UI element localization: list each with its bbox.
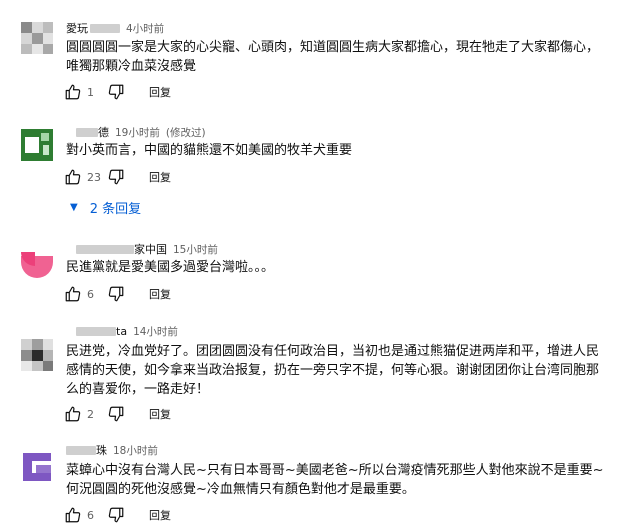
thumb-down-icon: [108, 169, 124, 185]
timestamp[interactable]: 19小时前: [115, 125, 160, 140]
comment-header: 家中国 15小时前: [66, 241, 218, 257]
comment-text-line: 唯獨那顆冷血菜沒感覺: [66, 59, 197, 74]
comment-actions: 6 回复: [64, 505, 171, 525]
like-count: 23: [87, 170, 101, 184]
reply-button[interactable]: 回复: [149, 169, 171, 185]
timestamp[interactable]: 4小时前: [126, 21, 164, 36]
like-count: 1: [87, 85, 94, 99]
comment-text-line: 感情的天使，如今拿来当政治报复，扔在一旁只字不提，何等心狠。谢谢团团你让台湾同胞…: [66, 363, 600, 378]
like-count: 6: [87, 508, 94, 522]
like-button[interactable]: [64, 506, 82, 524]
avatar[interactable]: [21, 339, 53, 371]
blurred-username: [76, 327, 116, 336]
view-replies-button[interactable]: ▼ 2 条回复: [70, 198, 141, 217]
comment-text: 民進黨就是愛美國多過愛台灣啦。。。: [66, 258, 606, 277]
comment-actions: 1 回复: [64, 82, 171, 102]
comment-text-line: 圓圓圓圓一家是大家的心尖寵、心頭肉，知道圓圓生病大家都擔心，現在牠走了大家都傷心…: [66, 40, 600, 55]
comment-text-line: 何況圓圓的死他沒感覺~冷血無情只有顏色對他才是最重要。: [66, 482, 415, 497]
avatar[interactable]: [21, 451, 53, 483]
like-button[interactable]: [64, 83, 82, 101]
comment-text-line: 對小英而言，中國的貓熊還不如美國的牧羊犬重要: [66, 143, 353, 158]
like-count: 6: [87, 287, 94, 301]
avatar[interactable]: [21, 129, 53, 161]
thumb-down-icon: [108, 507, 124, 523]
reply-button[interactable]: 回复: [149, 286, 171, 302]
thumb-up-icon: [65, 406, 81, 422]
comment-text-line: 民进党，冷血党好了。团团圆圆没有任何政治目，当初也是通过熊猫促进两岸和平，增进人…: [66, 344, 600, 359]
timestamp[interactable]: 15小时前: [173, 242, 218, 257]
comment-text: 對小英而言，中國的貓熊還不如美國的牧羊犬重要: [66, 141, 606, 160]
thumb-up-icon: [65, 84, 81, 100]
comment-text-line: 民進黨就是愛美國多過愛台灣啦。。。: [66, 260, 275, 275]
blurred-username: [66, 445, 96, 455]
author-name[interactable]: 珠: [96, 442, 107, 458]
thumb-up-icon: [65, 169, 81, 185]
blurred-username: [76, 127, 98, 137]
blurred-username: [90, 23, 120, 33]
comment-text-line: 菜蟑心中沒有台灣人民~只有日本哥哥~美國老爸~所以台灣疫情死那些人對他來說不是重…: [66, 463, 604, 478]
thumb-up-icon: [65, 286, 81, 302]
edited-label: (修改过): [165, 126, 206, 139]
like-button[interactable]: [64, 285, 82, 303]
thumb-down-icon: [108, 406, 124, 422]
like-button[interactable]: [64, 168, 82, 186]
comment-text: 菜蟑心中沒有台灣人民~只有日本哥哥~美國老爸~所以台灣疫情死那些人對他來說不是重…: [66, 461, 606, 499]
timestamp[interactable]: 14小时前: [133, 324, 178, 339]
comment-header: 珠 18小时前: [66, 442, 158, 458]
comment-text: 民进党，冷血党好了。团团圆圆没有任何政治目，当初也是通过熊猫促进两岸和平，增进人…: [66, 342, 606, 399]
dislike-button[interactable]: [107, 285, 125, 303]
dislike-button[interactable]: [107, 506, 125, 524]
comment-header: 德 19小时前 (修改过): [66, 124, 206, 140]
caret-down-icon: ▼: [70, 202, 78, 213]
reply-button[interactable]: 回复: [149, 507, 171, 523]
author-name[interactable]: ta: [116, 325, 127, 338]
reply-button[interactable]: 回复: [149, 84, 171, 100]
blurred-username: [76, 244, 134, 254]
replies-count-label: 2 条回复: [89, 202, 142, 217]
avatar[interactable]: [21, 246, 53, 278]
thumb-down-icon: [108, 84, 124, 100]
like-count: 2: [87, 407, 94, 421]
comment-actions: 23 回复: [64, 167, 171, 187]
dislike-button[interactable]: [107, 168, 125, 186]
comment-actions: 2 回复: [64, 404, 171, 424]
timestamp[interactable]: 18小时前: [113, 443, 158, 458]
dislike-button[interactable]: [107, 83, 125, 101]
comment-text: 圓圓圓圓一家是大家的心尖寵、心頭肉，知道圓圓生病大家都擔心，現在牠走了大家都傷心…: [66, 38, 606, 76]
comment-actions: 6 回复: [64, 284, 171, 304]
thumb-up-icon: [65, 507, 81, 523]
comment-text-line: 么的喜爱你，一路走好！: [66, 382, 210, 397]
avatar[interactable]: [21, 22, 53, 54]
author-name[interactable]: 愛玩: [66, 20, 88, 36]
dislike-button[interactable]: [107, 405, 125, 423]
comment-header: ta 14小时前: [66, 324, 178, 339]
reply-button[interactable]: 回复: [149, 406, 171, 422]
thumb-down-icon: [108, 286, 124, 302]
like-button[interactable]: [64, 405, 82, 423]
author-name[interactable]: 德: [98, 124, 109, 140]
comment-header: 愛玩 4小时前: [66, 20, 164, 36]
author-name[interactable]: 家中国: [134, 241, 167, 257]
